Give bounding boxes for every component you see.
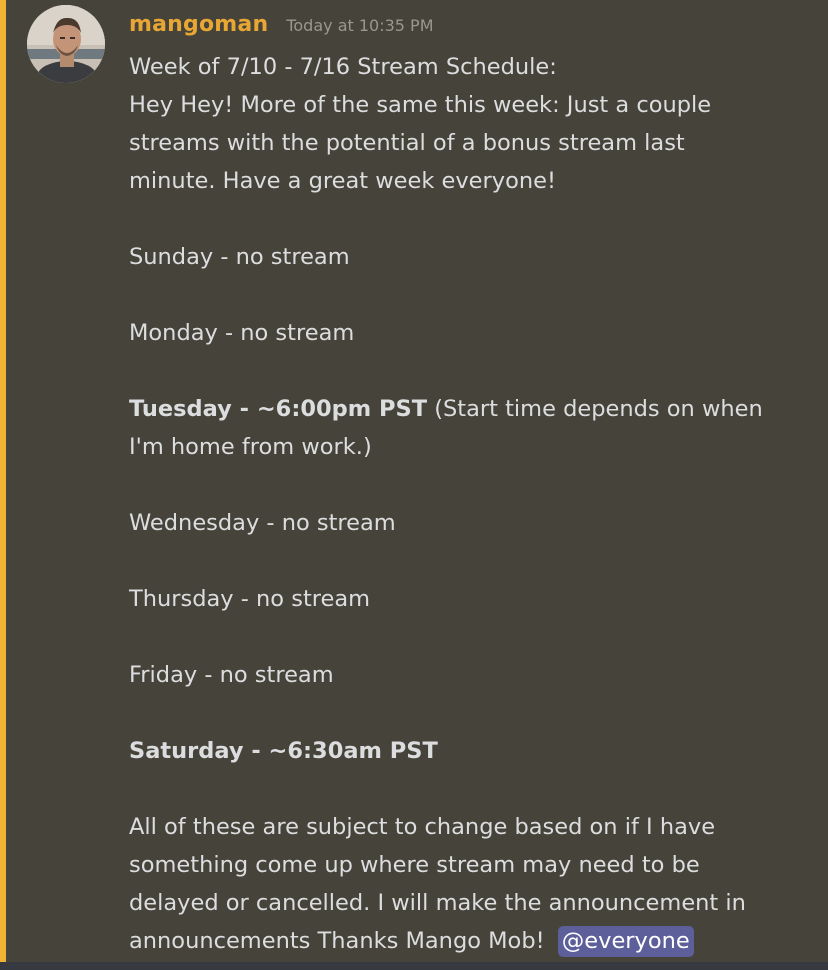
tuesday-note: (Start time depends on when (427, 396, 763, 422)
sunday-line: Sunday - no stream (129, 244, 350, 270)
outro-line-3: delayed or cancelled. I will make the an… (129, 890, 746, 916)
tuesday-line: Tuesday - ~6:00pm PST (Start time depend… (129, 390, 819, 428)
intro-line-1: Hey Hey! More of the same this week: Jus… (129, 92, 712, 118)
saturday-line: Saturday - ~6:30am PST (129, 738, 438, 764)
everyone-mention[interactable]: @everyone (557, 926, 694, 957)
tuesday-time: Tuesday - ~6:00pm PST (129, 396, 428, 422)
username[interactable]: mangoman (129, 12, 268, 37)
bottom-divider (0, 962, 828, 970)
outro-text: announcements Thanks Mango Mob! (129, 928, 552, 954)
mention-highlight-bar (0, 0, 6, 962)
message-header: mangoman Today at 10:35 PM (129, 12, 434, 46)
wednesday-line: Wednesday - no stream (129, 510, 396, 536)
timestamp: Today at 10:35 PM (286, 16, 434, 35)
intro-line-2: streams with the potential of a bonus st… (129, 130, 685, 156)
monday-line: Monday - no stream (129, 320, 355, 346)
outro-line-2: something come up where stream may need … (129, 852, 700, 878)
user-avatar-icon (27, 5, 105, 83)
intro-line-3: minute. Have a great week everyone! (129, 168, 556, 194)
outro-line-4: announcements Thanks Mango Mob! @everyon… (129, 922, 819, 960)
schedule-title: Week of 7/10 - 7/16 Stream Schedule: (129, 54, 557, 80)
avatar[interactable] (27, 5, 105, 83)
outro-line-1: All of these are subject to change based… (129, 814, 716, 840)
tuesday-note-2: I'm home from work.) (129, 434, 372, 460)
friday-line: Friday - no stream (129, 662, 334, 688)
message-content: Week of 7/10 - 7/16 Stream Schedule: Hey… (129, 48, 819, 960)
thursday-line: Thursday - no stream (129, 586, 371, 612)
